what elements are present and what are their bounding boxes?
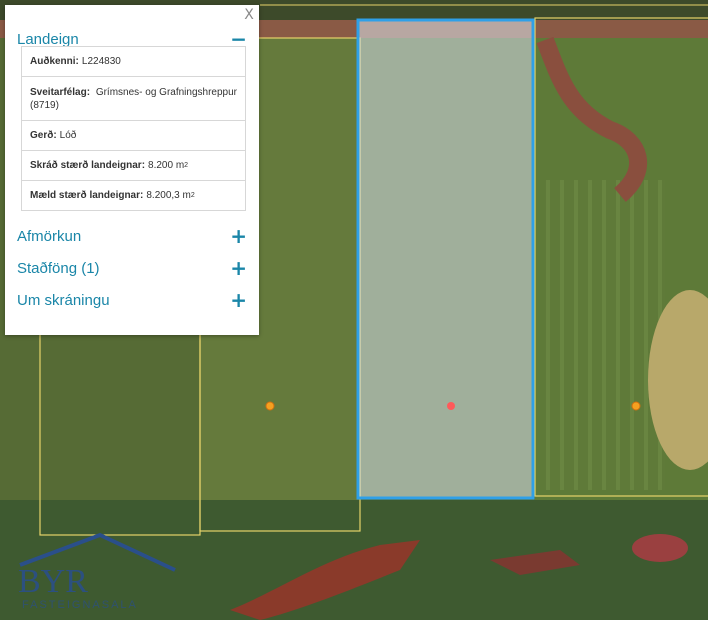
section-stadfong-title: Staðföng (1): [17, 259, 100, 277]
property-label: Sveitarfélag:: [30, 86, 91, 98]
section-stadfong-header[interactable]: Staðföng (1) +: [17, 256, 247, 280]
property-label: Mæld stærð landeignar:: [30, 190, 144, 201]
property-value: L224830: [81, 56, 121, 67]
property-value: 8.200 m: [148, 160, 185, 171]
marker-middle-left[interactable]: [265, 401, 275, 411]
plus-icon[interactable]: +: [230, 258, 247, 278]
property-label: Auðkenni:: [30, 56, 79, 67]
red-ground-3: [632, 534, 688, 562]
property-row: Gerð: Lóð: [21, 121, 246, 151]
unit-superscript: 2: [184, 162, 189, 169]
section-afmorkun-header[interactable]: Afmörkun +: [17, 224, 247, 248]
plus-icon[interactable]: +: [230, 226, 247, 246]
property-row: Auðkenni: L224830: [21, 46, 246, 77]
section-landeign-title: Landeign: [17, 30, 79, 48]
plus-icon[interactable]: +: [230, 290, 247, 310]
close-button[interactable]: X: [241, 7, 257, 23]
section-um-skraningu-title: Um skráningu: [17, 291, 110, 309]
section-afmorkun-title: Afmörkun: [17, 227, 82, 245]
logo-subtext: FASTEIGNASALA: [22, 599, 138, 611]
property-row: Skráð stærð landeignar: 8.200 m2: [21, 151, 246, 181]
terrain-right-rows: [545, 180, 665, 490]
selected-parcel[interactable]: [356, 18, 535, 500]
property-value: 8.200,3 m: [146, 190, 191, 201]
property-label: Skráð stærð landeignar:: [30, 160, 146, 171]
info-panel: X Landeign − Auðkenni: L224830 Sveitarfé…: [5, 5, 259, 335]
unit-superscript: 2: [190, 192, 195, 199]
marker-right[interactable]: [631, 401, 641, 411]
property-label: Gerð:: [30, 130, 57, 141]
property-table: Auðkenni: L224830 Sveitarfélag: Grímsnes…: [21, 46, 246, 211]
section-um-skraningu-header[interactable]: Um skráningu +: [17, 288, 247, 312]
property-value: Lóð: [59, 130, 77, 141]
marker-selected[interactable]: [447, 402, 455, 410]
property-row: Mæld stærð landeignar: 8.200,3 m2: [21, 181, 246, 211]
logo-text: BYR: [18, 563, 88, 600]
property-row: Sveitarfélag: Grímsnes- og Grafningshrep…: [21, 77, 246, 121]
